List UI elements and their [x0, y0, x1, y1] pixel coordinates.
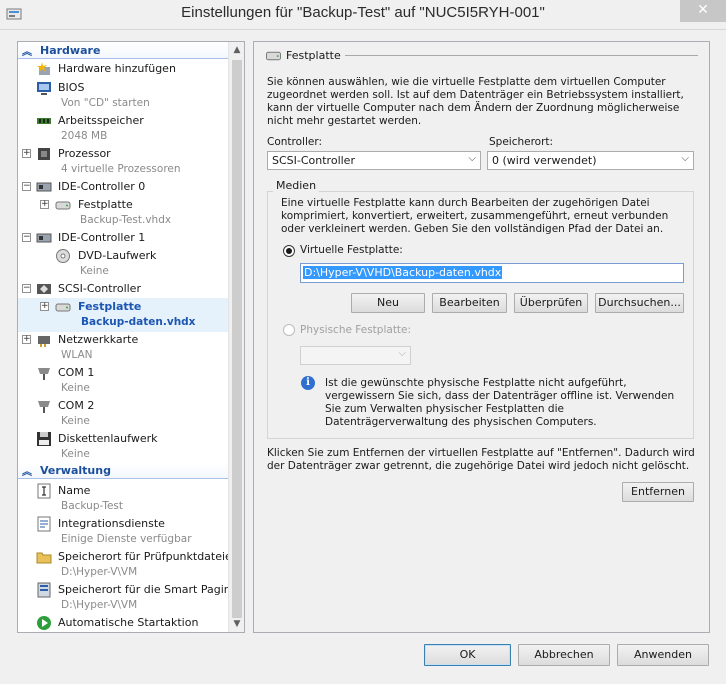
diskette-icon [37, 432, 51, 446]
tree-item-network-adapter[interactable]: + Netzwerkkarte WLAN [18, 331, 229, 365]
tree-item-automatic-start[interactable]: Automatische Startaktion [18, 614, 229, 632]
inspect-button[interactable]: Überprüfen [514, 293, 588, 313]
hard-disk-icon [55, 201, 71, 210]
expand-icon[interactable]: + [22, 149, 31, 158]
physical-disk-label: Physische Festplatte: [300, 324, 412, 336]
paging-file-icon [37, 582, 51, 598]
controller-icon [36, 182, 52, 192]
controller-select[interactable]: SCSI-Controller ⌵ [267, 151, 481, 170]
tree-item-ide-controller-1[interactable]: − IDE-Controller 1 [18, 229, 229, 247]
tree-item-checkpoint-location[interactable]: Speicherort für Prüfpunktdateien D:\Hype… [18, 548, 239, 582]
processor-icon [38, 148, 50, 160]
tree-item-diskette-drive[interactable]: Diskettenlaufwerk Keine [18, 430, 229, 464]
integration-services-icon [37, 516, 51, 532]
tree-item-com1[interactable]: COM 1 Keine [18, 364, 229, 398]
location-select[interactable]: 0 (wird verwendet) ⌵ [487, 151, 694, 170]
tree-item-com2[interactable]: COM 2 Keine [18, 397, 229, 431]
expand-icon[interactable]: + [40, 200, 49, 209]
virtual-disk-label: Virtuelle Festplatte: [300, 244, 403, 256]
settings-tree: ︽ Hardware Hardware hinzufügen BIOS Von … [17, 41, 245, 633]
ok-button[interactable]: OK [424, 644, 511, 666]
tree-item-hard-disk-ide[interactable]: + Festplatte Backup-Test.vhdx [18, 196, 229, 230]
bios-icon [37, 82, 51, 95]
collapse-icon[interactable]: − [22, 284, 31, 293]
chevron-down-icon: ⌵ [398, 348, 406, 359]
tree-item-dvd-drive[interactable]: DVD-Laufwerk Keine [18, 247, 229, 281]
media-description: Eine virtuelle Festplatte kann durch Bea… [281, 197, 669, 235]
virtual-disk-radio[interactable] [283, 245, 295, 257]
tree-scrollbar[interactable]: ▲ ▼ [228, 42, 244, 632]
tree-item-hard-disk-scsi[interactable]: + Festplatte Backup-daten.vhdx [18, 298, 229, 332]
physical-disk-info-text: Ist die gewünschte physische Festplatte … [325, 377, 675, 428]
intro-text: Sie können auswählen, wie die virtuelle … [267, 76, 684, 127]
name-icon [37, 483, 51, 499]
info-icon: i [301, 376, 315, 390]
hard-disk-icon [55, 303, 71, 312]
memory-icon [37, 118, 51, 124]
new-button[interactable]: Neu [351, 293, 425, 313]
expand-icon[interactable]: + [40, 302, 49, 311]
serial-port-icon [38, 401, 50, 413]
virtual-disk-path-input[interactable]: D:\Hyper-V\VHD\Backup-daten.vhdx [300, 263, 684, 283]
remove-button[interactable]: Entfernen [622, 482, 694, 502]
cancel-button[interactable]: Abbrechen [518, 644, 610, 666]
edit-button[interactable]: Bearbeiten [432, 293, 507, 313]
close-button[interactable]: ✕ [680, 0, 726, 22]
hard-disk-icon [266, 51, 281, 60]
controller-label: Controller: [267, 136, 323, 148]
tree-item-scsi-controller[interactable]: − SCSI-Controller [18, 280, 229, 298]
chevron-down-icon: ⌵ [468, 153, 476, 164]
apply-button[interactable]: Anwenden [617, 644, 709, 666]
tree-item-processor[interactable]: + Prozessor 4 virtuelle Prozessoren [18, 145, 229, 179]
network-adapter-icon [38, 336, 50, 347]
chevron-down-icon: ⌵ [681, 153, 689, 164]
section-divider [345, 55, 698, 56]
tree-item-name[interactable]: Name Backup-Test [18, 482, 229, 516]
controller-icon [36, 233, 52, 243]
scsi-controller-icon [37, 284, 51, 294]
collapse-icon[interactable]: − [22, 233, 31, 242]
window-title: Einstellungen für "Backup-Test" auf "NUC… [181, 4, 545, 21]
serial-port-icon [38, 368, 50, 380]
tree-item-integration-services[interactable]: Integrationsdienste Einige Dienste verfü… [18, 515, 229, 549]
expand-icon[interactable]: + [22, 335, 31, 344]
scroll-thumb[interactable] [232, 60, 242, 618]
collapse-chevron-icon[interactable]: ︽ [22, 43, 32, 58]
auto-start-icon [37, 616, 51, 630]
dvd-drive-icon [56, 249, 70, 263]
tree-item-smart-paging-location[interactable]: Speicherort für die Smart Pagin... D:\Hy… [18, 581, 241, 615]
tree-item-memory[interactable]: Arbeitsspeicher 2048 MB [18, 112, 229, 146]
title-bar: Einstellungen für "Backup-Test" auf "NUC… [0, 0, 726, 30]
location-label: Speicherort: [489, 136, 554, 148]
physical-disk-radio[interactable] [283, 324, 295, 336]
collapse-chevron-icon[interactable]: ︽ [22, 463, 32, 478]
tree-item-add-hardware[interactable]: Hardware hinzufügen [18, 60, 229, 78]
media-group-title: Medien [273, 179, 320, 192]
folder-icon [36, 552, 52, 564]
tree-item-ide-controller-0[interactable]: − IDE-Controller 0 [18, 178, 229, 196]
remove-info-text: Klicken Sie zum Entfernen der virtuellen… [267, 447, 695, 472]
add-hardware-icon [37, 62, 50, 75]
settings-pane: Festplatte Sie können auswählen, wie die… [253, 41, 710, 633]
browse-button[interactable]: Durchsuchen... [595, 293, 684, 313]
section-header: Festplatte [266, 49, 341, 62]
tree-item-bios[interactable]: BIOS Von "CD" starten [18, 79, 229, 113]
physical-disk-select[interactable]: ⌵ [300, 346, 411, 365]
collapse-icon[interactable]: − [22, 182, 31, 191]
scroll-down-icon[interactable]: ▼ [229, 616, 244, 632]
category-management[interactable]: ︽ Verwaltung [18, 463, 229, 479]
category-hardware[interactable]: ︽ Hardware [18, 43, 229, 59]
scroll-up-icon[interactable]: ▲ [229, 42, 244, 58]
